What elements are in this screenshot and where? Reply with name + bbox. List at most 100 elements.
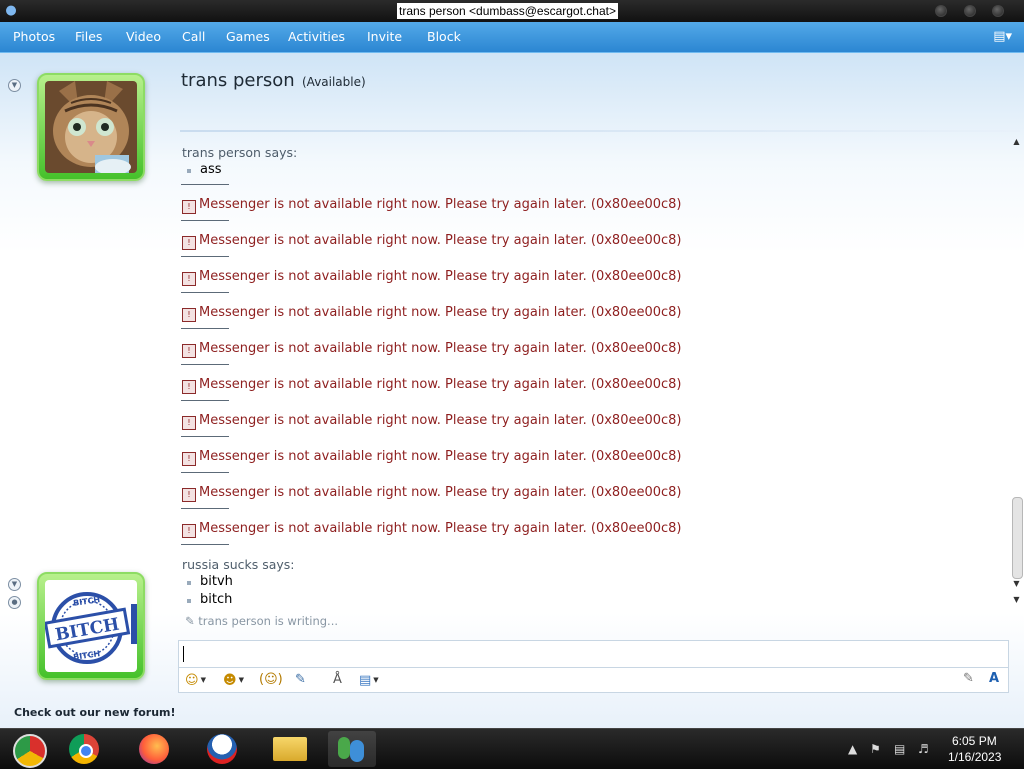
own-avatar-frame[interactable]: BITCH BITCH BITCH [37,572,145,680]
messenger-buddy-icon [350,740,364,762]
error-icon: ! [182,200,196,214]
message-separator [181,292,229,293]
chrome-center-icon [79,744,93,758]
font-button[interactable]: A [989,671,999,686]
menu-bar: Photos Files Video Call Games Activities… [0,22,1024,53]
menu-files[interactable]: Files [75,22,102,52]
error-message: ! Messenger is not available right now. P… [182,377,682,394]
collapse-own-pic-icon[interactable]: ▼ [8,578,21,591]
scroll-down-icon[interactable]: ▼ [1012,579,1021,588]
taskbar-file-explorer[interactable] [266,731,314,767]
error-icon: ! [182,380,196,394]
firefox-icon [139,734,169,764]
picture-icon: ▤ [359,673,372,688]
menu-games[interactable]: Games [226,22,270,52]
error-icon: ! [182,236,196,250]
smiley-icon: ☺ [185,673,199,688]
nudge-icon: (☺) [259,672,283,687]
message-separator [181,436,229,437]
message-separator [181,220,229,221]
message-text: ass [200,162,222,177]
sender-line: trans person says: [182,145,298,160]
send-file-button[interactable]: ▤ ▼ [359,671,379,689]
show-menu-icon[interactable]: ▤▾ [993,29,1012,44]
message-text: bitvh [200,574,233,589]
taskbar-messenger[interactable] [328,731,376,767]
bullet-icon [187,599,191,603]
menu-video[interactable]: Video [126,22,161,52]
volume-icon[interactable]: ♬ [918,742,929,756]
message-separator [181,544,229,545]
menu-block[interactable]: Block [427,22,461,52]
messenger-icon [338,737,350,759]
error-message: ! Messenger is not available right now. P… [182,305,682,322]
conversation-scrollbar[interactable]: ▲ ▼ ▼ [1010,135,1023,605]
spellcheck-icon: Å [333,672,342,687]
nudge-button[interactable]: (☺) [259,671,283,689]
message-text: bitch [200,592,233,607]
error-message: ! Messenger is not available right now. P… [182,449,682,466]
clock-time[interactable]: 6:05 PM [952,734,997,748]
error-icon: ! [182,344,196,358]
font-icon: A [989,671,1000,686]
wink-button[interactable]: ☻ ▼ [223,671,244,689]
webcam-icon[interactable]: ● [8,596,21,609]
window-title: trans person <dumbass@escargot.chat> [397,3,618,19]
taskbar-obama-app[interactable] [198,731,246,767]
network-icon[interactable]: ▤ [894,742,905,756]
message-separator [181,328,229,329]
error-icon: ! [182,524,196,538]
voice-clip-button[interactable]: ✎ [295,671,306,689]
message-separator [181,400,229,401]
chrome-canary-icon [13,734,47,768]
message-separator [181,256,229,257]
conversation-window: ▼ trans person (Available) trans person … [0,53,1024,728]
voice-clip-icon: ✎ [295,672,306,687]
pencil-icon: ✎ [963,671,974,686]
message-input[interactable] [178,640,1009,668]
tray-overflow-icon[interactable]: ▲ [848,742,857,756]
error-icon: ! [182,308,196,322]
text-caret [183,646,184,662]
error-message: ! Messenger is not available right now. P… [182,413,682,430]
scroll-down-end-icon[interactable]: ▼ [1012,595,1021,604]
input-toolbar: ☺ ▼ ☻ ▼ (☺) ✎ Å ▤ ▼ ✎ A [178,668,1009,693]
message-separator [181,364,229,365]
close-button[interactable] [992,5,1004,17]
scroll-thumb[interactable] [1012,497,1023,579]
error-message: ! Messenger is not available right now. P… [182,485,682,502]
sender-line: russia sucks says: [182,557,295,572]
scroll-up-icon[interactable]: ▲ [1012,137,1021,146]
minimize-button[interactable] [935,5,947,17]
forum-link[interactable]: Check out our new forum! [14,706,176,719]
action-center-flag-icon[interactable]: ⚑ [870,742,881,756]
error-icon: ! [182,488,196,502]
maximize-button[interactable] [964,5,976,17]
spellcheck-button[interactable]: Å [333,671,342,689]
start-button[interactable] [4,731,52,768]
collapse-contact-pic-icon[interactable]: ▼ [8,79,21,92]
error-icon: ! [182,416,196,430]
message-separator [181,508,229,509]
title-bar: ● trans person <dumbass@escargot.chat> [0,0,1024,22]
header-divider [180,130,1020,132]
menu-photos[interactable]: Photos [13,22,55,52]
error-message: ! Messenger is not available right now. P… [182,521,682,538]
error-message: ! Messenger is not available right now. P… [182,233,682,250]
menu-activities[interactable]: Activities [288,22,345,52]
contact-status: (Available) [302,75,366,89]
taskbar-firefox[interactable] [130,731,178,767]
conversation-history: trans person says: ass ! Messenger is not… [0,133,1010,607]
handwriting-button[interactable]: ✎ [963,671,974,686]
messenger-app-icon[interactable]: ● [3,3,19,19]
error-icon: ! [182,452,196,466]
bullet-icon [187,169,191,173]
error-message: ! Messenger is not available right now. P… [182,341,682,358]
menu-call[interactable]: Call [182,22,205,52]
taskbar-chrome[interactable] [60,731,108,767]
emoticon-button[interactable]: ☺ ▼ [185,671,206,689]
menu-invite[interactable]: Invite [367,22,402,52]
clock-date[interactable]: 1/16/2023 [948,750,1001,764]
message-separator [181,184,229,185]
typing-pencil-icon: ✎ [185,614,199,628]
